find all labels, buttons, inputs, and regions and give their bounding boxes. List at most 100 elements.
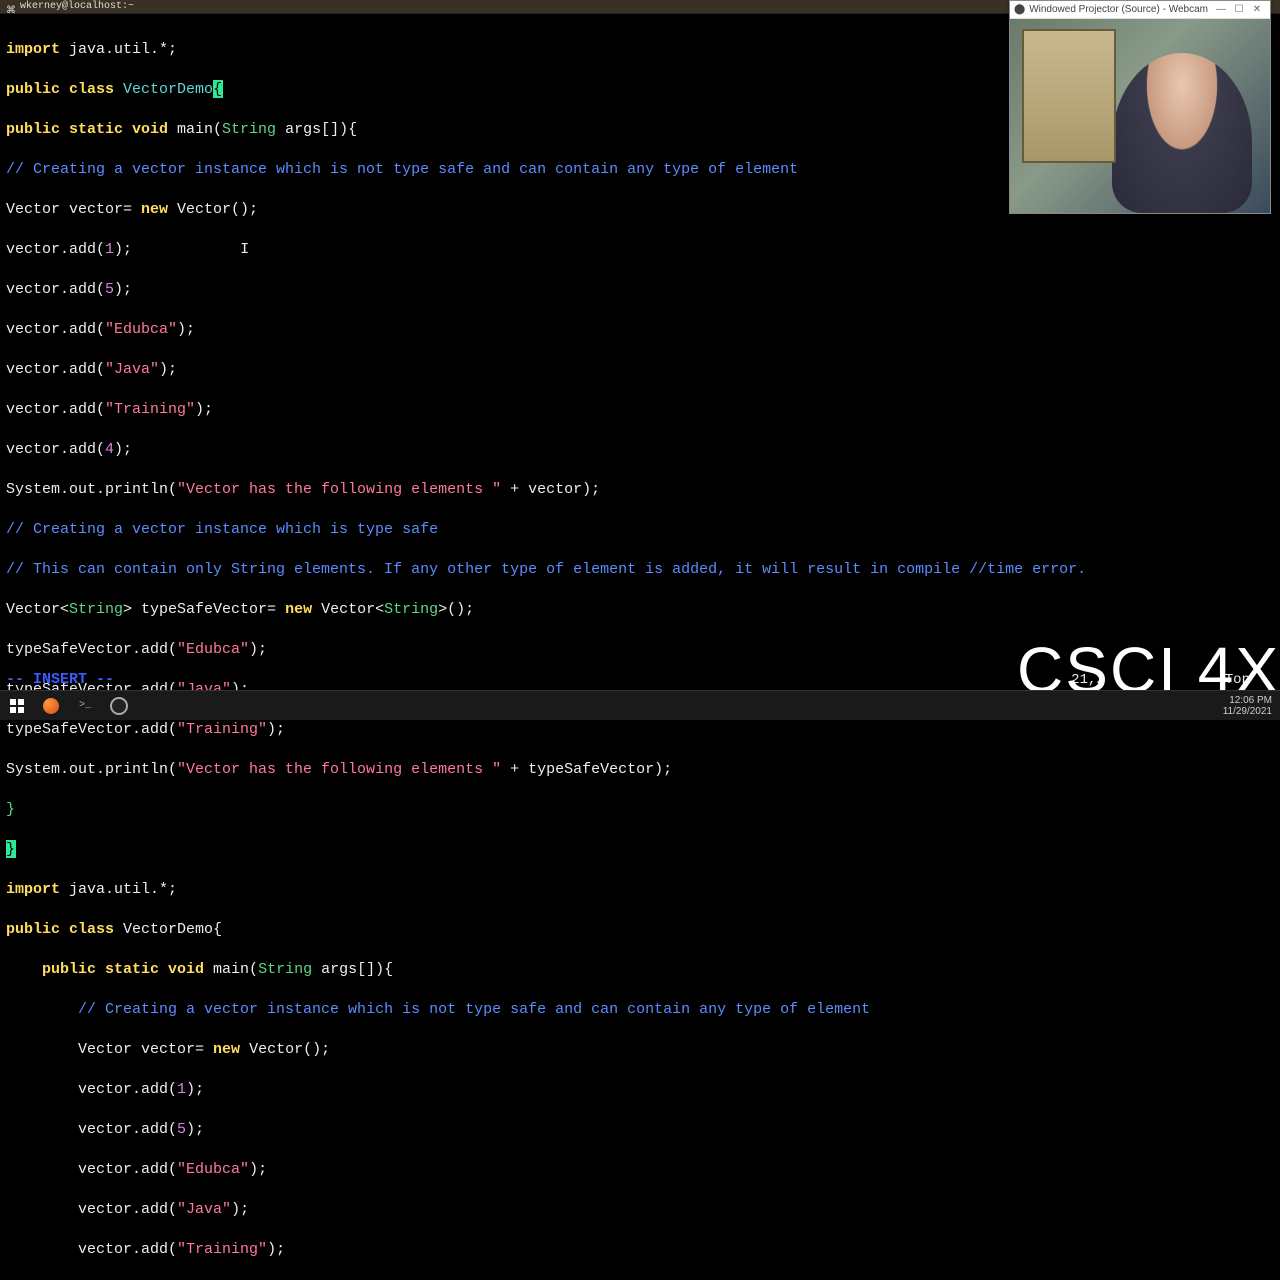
code-keyword: public static void bbox=[6, 121, 168, 138]
code-ident: VectorDemo bbox=[114, 81, 213, 98]
code-text: vector.add( bbox=[78, 1201, 177, 1218]
code-brace: } bbox=[6, 801, 15, 818]
obs-taskbar-icon[interactable] bbox=[102, 691, 136, 721]
code-text: vector.add( bbox=[6, 441, 105, 458]
tray-date: 11/29/2021 bbox=[1223, 706, 1272, 717]
indent bbox=[6, 1081, 78, 1098]
code-text: java.util.*; bbox=[60, 881, 177, 898]
code-text: System.out.println( bbox=[6, 761, 177, 778]
indent bbox=[6, 1201, 78, 1218]
code-string: "Edubca" bbox=[177, 1161, 249, 1178]
code-text: ); bbox=[186, 1081, 204, 1098]
match-brace-highlight: { bbox=[213, 80, 223, 98]
code-keyword: import bbox=[6, 881, 60, 898]
code-keyword: public static void bbox=[42, 961, 204, 978]
code-text: ); bbox=[114, 441, 132, 458]
code-number: 4 bbox=[105, 441, 114, 458]
code-text: + typeSafeVector); bbox=[501, 761, 672, 778]
code-string: "Java" bbox=[105, 361, 159, 378]
code-text: vector.add( bbox=[6, 281, 105, 298]
code-text: vector.add( bbox=[6, 241, 105, 258]
code-text: main( bbox=[204, 961, 258, 978]
code-text: Vector(); bbox=[240, 1041, 330, 1058]
code-keyword: new bbox=[213, 1041, 240, 1058]
code-comment: // Creating a vector instance which is n… bbox=[6, 161, 798, 178]
code-text: args[]){ bbox=[276, 121, 357, 138]
code-keyword: public class bbox=[6, 81, 114, 98]
course-overlay-label: CSCI 4X bbox=[1017, 660, 1280, 680]
webcam-titlebar[interactable]: ⬤ Windowed Projector (Source) - Webcam —… bbox=[1010, 1, 1270, 19]
code-number: 1 bbox=[105, 241, 114, 258]
code-string: "Training" bbox=[105, 401, 195, 418]
code-text: >(); bbox=[438, 601, 474, 618]
code-text: vector.add( bbox=[78, 1081, 177, 1098]
cursor: } bbox=[6, 840, 16, 858]
code-text: vector.add( bbox=[6, 401, 105, 418]
code-text: ); bbox=[159, 361, 177, 378]
code-string: "Vector has the following elements " bbox=[177, 761, 501, 778]
text-cursor-i: I bbox=[132, 241, 249, 258]
code-string: "Training" bbox=[177, 721, 267, 738]
code-comment: // This can contain only String elements… bbox=[6, 561, 1086, 578]
code-number: 1 bbox=[177, 1081, 186, 1098]
start-button[interactable] bbox=[0, 691, 34, 721]
webcam-title: Windowed Projector (Source) - Webcam bbox=[1025, 0, 1212, 20]
code-number: 5 bbox=[177, 1121, 186, 1138]
code-text: Vector(); bbox=[168, 201, 258, 218]
maximize-button[interactable]: ☐ bbox=[1230, 0, 1248, 20]
webcam-window[interactable]: ⬤ Windowed Projector (Source) - Webcam —… bbox=[1009, 0, 1271, 214]
indent bbox=[6, 1241, 78, 1258]
indent bbox=[6, 1001, 78, 1018]
code-text: main( bbox=[168, 121, 222, 138]
close-button[interactable]: ✕ bbox=[1248, 0, 1266, 20]
firefox-icon[interactable] bbox=[34, 691, 68, 721]
code-text: System.out.println( bbox=[6, 481, 177, 498]
code-text: vector.add( bbox=[78, 1121, 177, 1138]
vim-mode: -- INSERT -- bbox=[6, 670, 114, 690]
code-string: "Vector has the following elements " bbox=[177, 481, 501, 498]
code-text: Vector< bbox=[6, 601, 69, 618]
code-text: typeSafeVector.add( bbox=[6, 641, 177, 658]
code-string: "Edubca" bbox=[177, 641, 249, 658]
code-text: ); bbox=[177, 321, 195, 338]
obs-icon: ⬤ bbox=[1014, 0, 1025, 20]
code-keyword: import bbox=[6, 41, 60, 58]
code-number: 5 bbox=[105, 281, 114, 298]
code-comment: // Creating a vector instance which is t… bbox=[6, 521, 438, 538]
tray-time: 12:06 PM bbox=[1223, 695, 1272, 706]
indent bbox=[6, 1121, 78, 1138]
code-keyword: new bbox=[285, 601, 312, 618]
code-text: vector.add( bbox=[78, 1161, 177, 1178]
code-type: String bbox=[384, 601, 438, 618]
webcam-feed bbox=[1010, 19, 1270, 213]
code-string: "Edubca" bbox=[105, 321, 177, 338]
code-text: ); bbox=[267, 1241, 285, 1258]
minimize-button[interactable]: — bbox=[1212, 0, 1230, 20]
system-tray[interactable]: 12:06 PM 11/29/2021 bbox=[1223, 695, 1280, 717]
code-type: String bbox=[258, 961, 312, 978]
code-text: vector.add( bbox=[6, 361, 105, 378]
code-string: "Training" bbox=[177, 1241, 267, 1258]
code-text: ); bbox=[231, 1201, 249, 1218]
code-text: ); bbox=[195, 401, 213, 418]
code-text: ); bbox=[249, 1161, 267, 1178]
code-text: java.util.*; bbox=[60, 41, 177, 58]
code-text: ); bbox=[267, 721, 285, 738]
code-text: Vector< bbox=[312, 601, 384, 618]
code-string: "Java" bbox=[177, 1201, 231, 1218]
code-comment: // Creating a vector instance which is n… bbox=[78, 1001, 870, 1018]
code-type: String bbox=[69, 601, 123, 618]
code-text: + vector); bbox=[501, 481, 600, 498]
code-text: Vector vector= bbox=[78, 1041, 213, 1058]
terminal-taskbar-icon[interactable] bbox=[68, 691, 102, 721]
code-text: args[]){ bbox=[312, 961, 393, 978]
code-keyword: new bbox=[141, 201, 168, 218]
code-text: Vector vector= bbox=[6, 201, 141, 218]
terminal-icon: ⌘ bbox=[6, 2, 16, 12]
code-text: ); bbox=[186, 1121, 204, 1138]
code-text: VectorDemo{ bbox=[114, 921, 222, 938]
indent bbox=[6, 1041, 78, 1058]
code-text: vector.add( bbox=[78, 1241, 177, 1258]
indent bbox=[6, 1161, 78, 1178]
windows-taskbar[interactable]: 12:06 PM 11/29/2021 bbox=[0, 690, 1280, 720]
